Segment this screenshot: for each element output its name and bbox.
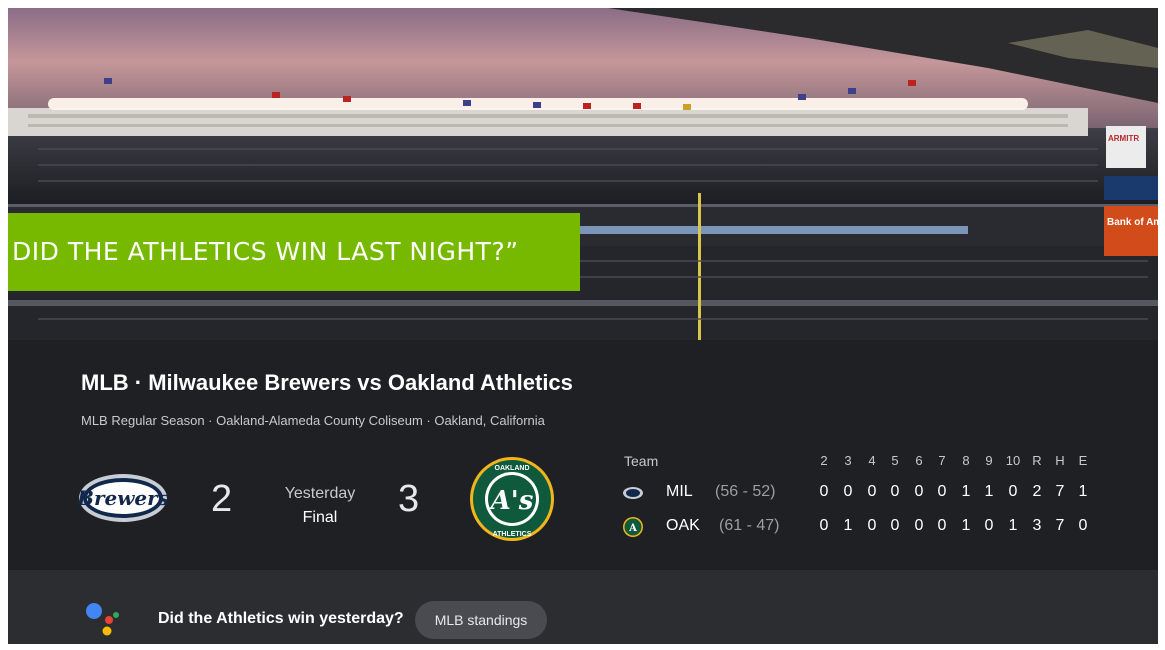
brewers-wordmark: Brewers [78, 486, 168, 510]
inning-header-7: 7 [938, 453, 946, 468]
score-milwaukee: 2 [211, 478, 233, 520]
score-cell: 1 [1008, 517, 1018, 534]
box-score-row-oak: A OAK (61 - 47) 0 1 0 0 0 0 1 0 1 3 7 0 [620, 512, 1120, 538]
svg-text:A: A [628, 523, 637, 534]
hits-cell: 7 [1055, 483, 1065, 500]
runs-cell: 2 [1032, 483, 1042, 500]
score-cell: 0 [843, 483, 853, 500]
game-status: Final [302, 509, 338, 526]
score-oakland: 3 [398, 478, 420, 520]
score-cell: 0 [914, 517, 924, 534]
errors-header: E [1078, 453, 1088, 468]
score-card: MLB · Milwaukee Brewers vs Oakland Athle… [8, 340, 1158, 570]
team-column-header: Team [624, 453, 659, 469]
brewers-logo-icon: Brewers [76, 474, 169, 522]
inning-header-5: 5 [891, 453, 899, 468]
inning-header-9: 9 [985, 453, 993, 468]
tv-screen: ARMITR Bank of Am DID THE ATHLETICS WIN … [8, 8, 1158, 644]
box-score-row-mil: MIL (56 - 52) 0 0 0 0 0 0 1 1 0 2 7 1 [620, 478, 1120, 504]
score-cell: 0 [937, 517, 947, 534]
inning-header-10: 10 [1005, 453, 1021, 468]
svg-text:A's: A's [488, 486, 534, 516]
team-record: (61 - 47) [719, 517, 780, 534]
assistant-bar: Did the Athletics win yesterday? MLB sta… [8, 570, 1158, 644]
score-cell: 0 [867, 517, 877, 534]
brewers-icon [623, 487, 643, 499]
score-cell: 1 [984, 483, 994, 500]
brewers-logo[interactable]: Brewers [76, 470, 169, 526]
mlb-standings-chip[interactable]: MLB standings [415, 601, 547, 639]
score-cell: 0 [937, 483, 947, 500]
score-cell: 0 [914, 483, 924, 500]
inning-header-6: 6 [915, 453, 923, 468]
assistant-prompt: Did the Athletics win yesterday? [158, 610, 404, 627]
team-abbr: OAK [666, 517, 700, 534]
hits-header: H [1055, 453, 1065, 468]
score-cell: 0 [890, 483, 900, 500]
team-abbr: MIL [666, 483, 693, 500]
score-cell: 0 [890, 517, 900, 534]
stadium-hero-image: ARMITR Bank of Am DID THE ATHLETICS WIN … [8, 8, 1158, 340]
armitron-sign: ARMITR [1108, 134, 1139, 143]
inning-header-3: 3 [844, 453, 852, 468]
inning-header-2: 2 [820, 453, 828, 468]
game-date: Yesterday [284, 485, 356, 502]
athletics-icon: A [623, 517, 643, 537]
athletics-logo[interactable]: A's OAKLAND ATHLETICS [469, 456, 555, 542]
score-cell: 0 [819, 517, 829, 534]
voice-query-banner: DID THE ATHLETICS WIN LAST NIGHT?” [8, 213, 580, 291]
score-cell: 1 [843, 517, 853, 534]
matchup-title: MLB · Milwaukee Brewers vs Oakland Athle… [81, 370, 573, 395]
score-cell: 1 [961, 483, 971, 500]
score-cell: 0 [1008, 483, 1018, 500]
score-cell: 0 [867, 483, 877, 500]
inning-header-4: 4 [868, 453, 876, 468]
team-record: (56 - 52) [715, 483, 776, 500]
score-cell: 0 [819, 483, 829, 500]
bank-sign: Bank of Am [1107, 217, 1158, 228]
game-details: MLB Regular Season · Oakland-Alameda Cou… [81, 413, 545, 428]
hits-cell: 7 [1055, 517, 1065, 534]
score-cell: 1 [961, 517, 971, 534]
runs-header: R [1032, 453, 1042, 468]
errors-cell: 1 [1078, 483, 1088, 500]
inning-header-8: 8 [962, 453, 970, 468]
google-assistant-icon [86, 603, 119, 636]
svg-text:ATHLETICS: ATHLETICS [493, 531, 532, 538]
errors-cell: 0 [1078, 517, 1088, 534]
svg-text:OAKLAND: OAKLAND [495, 465, 530, 472]
runs-cell: 3 [1032, 517, 1042, 534]
score-cell: 0 [984, 517, 994, 534]
athletics-logo-icon: A's OAKLAND ATHLETICS [470, 457, 554, 541]
